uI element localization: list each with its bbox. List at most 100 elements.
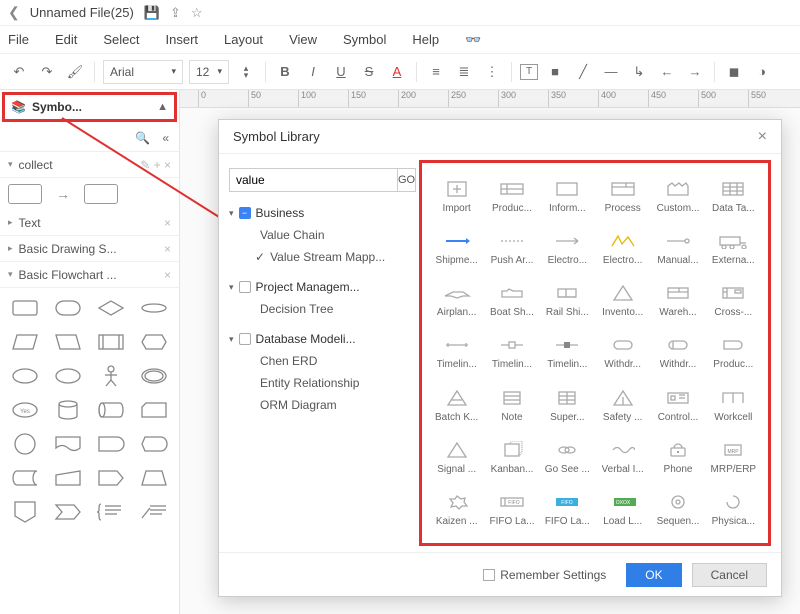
symbol-item[interactable]: Timelin...: [541, 328, 594, 378]
shape-ellipse-wide[interactable]: [136, 294, 173, 322]
shape-rect[interactable]: [6, 294, 43, 322]
export-icon[interactable]: ⇪: [170, 5, 181, 21]
shape-parallelogram2[interactable]: [49, 328, 86, 356]
shape-subprocess[interactable]: [93, 328, 130, 356]
symbol-item[interactable]: Produc...: [707, 328, 760, 378]
menu-file[interactable]: File: [8, 32, 29, 47]
fontsize-select[interactable]: 12▾: [189, 60, 229, 84]
symbol-item[interactable]: Sequen...: [651, 485, 704, 535]
star-icon[interactable]: ☆: [191, 5, 203, 21]
symbol-item[interactable]: Super...: [541, 380, 594, 430]
symbol-item[interactable]: Kaizen ...: [430, 485, 483, 535]
save-icon[interactable]: 💾: [144, 5, 160, 21]
sidebar-basicdraw[interactable]: ▸Basic Drawing S...×: [0, 236, 179, 262]
close-icon[interactable]: ×: [164, 242, 171, 256]
shape-roundrect[interactable]: [49, 294, 86, 322]
arrow-end-icon[interactable]: →: [684, 61, 706, 83]
symbol-item[interactable]: Airplan...: [430, 276, 483, 326]
symbol-item[interactable]: Electro...: [596, 223, 649, 273]
tree-business[interactable]: ▾−Business: [229, 202, 409, 224]
menu-layout[interactable]: Layout: [224, 32, 263, 47]
underline-icon[interactable]: U: [330, 61, 352, 83]
menu-symbol[interactable]: Symbol: [343, 32, 386, 47]
sidebar-symbols-header[interactable]: 📚 Symbo... ▲: [2, 92, 177, 122]
opacity-icon[interactable]: ◑: [751, 61, 773, 83]
remember-checkbox[interactable]: Remember Settings: [483, 568, 606, 582]
shape-cylinder2[interactable]: [93, 396, 130, 424]
shape-circle[interactable]: [6, 430, 43, 458]
symbol-item[interactable]: Import: [430, 171, 483, 221]
linestyle-icon[interactable]: ―: [600, 61, 622, 83]
sidebar-basicflow[interactable]: ▾Basic Flowchart ...×: [0, 262, 179, 288]
symbol-item[interactable]: Verbal I...: [596, 432, 649, 482]
shape-ellipse[interactable]: [6, 362, 43, 390]
shape-trapezoid[interactable]: [136, 464, 173, 492]
symbol-item[interactable]: Push Ar...: [485, 223, 538, 273]
symbol-item[interactable]: Produc...: [485, 171, 538, 221]
tree-decision[interactable]: Decision Tree: [229, 298, 409, 320]
fontcolor-icon[interactable]: A: [386, 61, 408, 83]
shape-double-ellipse[interactable]: [136, 362, 173, 390]
tree-vsm[interactable]: ✓Value Stream Mapp...: [229, 246, 409, 268]
shape-annotation[interactable]: [136, 498, 173, 526]
back-icon[interactable]: ❮: [8, 4, 20, 21]
menu-edit[interactable]: Edit: [55, 32, 77, 47]
symbol-item[interactable]: Withdr...: [596, 328, 649, 378]
shape-ellipse2[interactable]: [49, 362, 86, 390]
symbol-item[interactable]: Kanban...: [485, 432, 538, 482]
glasses-icon[interactable]: 👓: [465, 32, 481, 48]
fill-icon[interactable]: ■: [544, 61, 566, 83]
redo-icon[interactable]: ↷: [36, 61, 58, 83]
symbol-item[interactable]: Externa...: [707, 223, 760, 273]
textbox-icon[interactable]: T: [520, 64, 538, 80]
close-icon[interactable]: ×: [164, 216, 171, 230]
shape-pentagon[interactable]: [93, 464, 130, 492]
symbol-item[interactable]: Physica...: [707, 485, 760, 535]
connector-icon[interactable]: ↳: [628, 61, 650, 83]
tree-er[interactable]: Entity Relationship: [229, 372, 409, 394]
symbol-item[interactable]: Electro...: [541, 223, 594, 273]
collect-shape-1[interactable]: [8, 184, 42, 204]
symbol-item[interactable]: Withdr...: [651, 328, 704, 378]
symbol-item[interactable]: Data Ta...: [707, 171, 760, 221]
go-button[interactable]: GO: [398, 168, 416, 192]
align-h-icon[interactable]: ≡: [425, 61, 447, 83]
symbol-item[interactable]: Timelin...: [485, 328, 538, 378]
symbol-item[interactable]: FIFOFIFO La...: [485, 485, 538, 535]
shape-diamond[interactable]: [93, 294, 130, 322]
menu-view[interactable]: View: [289, 32, 317, 47]
menu-insert[interactable]: Insert: [166, 32, 199, 47]
menu-help[interactable]: Help: [412, 32, 439, 47]
symbol-item[interactable]: Rail Shi...: [541, 276, 594, 326]
symbol-item[interactable]: OXOXLoad L...: [596, 485, 649, 535]
font-select[interactable]: Arial▾: [103, 60, 183, 84]
symbol-item[interactable]: FIFOFIFO La...: [541, 485, 594, 535]
symbol-item[interactable]: Custom...: [651, 171, 704, 221]
collect-shape-2[interactable]: [84, 184, 118, 204]
symbol-item[interactable]: Process: [596, 171, 649, 221]
line-icon[interactable]: ╱: [572, 61, 594, 83]
undo-icon[interactable]: ↶: [8, 61, 30, 83]
shape-yes[interactable]: Yes: [6, 396, 43, 424]
shape-flag[interactable]: [49, 498, 86, 526]
symbol-item[interactable]: Control...: [651, 380, 704, 430]
close-icon[interactable]: ×: [164, 268, 171, 282]
menu-select[interactable]: Select: [103, 32, 139, 47]
shape-hexagon[interactable]: [136, 328, 173, 356]
search-input[interactable]: [229, 168, 398, 192]
tree-chen[interactable]: Chen ERD: [229, 350, 409, 372]
bold-icon[interactable]: B: [274, 61, 296, 83]
symbol-item[interactable]: Safety ...: [596, 380, 649, 430]
symbol-item[interactable]: Timelin...: [430, 328, 483, 378]
shadow-icon[interactable]: ◼: [723, 61, 745, 83]
align-v-icon[interactable]: ≣: [453, 61, 475, 83]
shape-cylinder[interactable]: [49, 396, 86, 424]
symbol-item[interactable]: Manual...: [651, 223, 704, 273]
collapse-icon[interactable]: «: [162, 131, 169, 145]
tree-orm[interactable]: ORM Diagram: [229, 394, 409, 416]
shape-brace[interactable]: [93, 498, 130, 526]
symbol-item[interactable]: Signal ...: [430, 432, 483, 482]
close-icon[interactable]: ×: [758, 128, 767, 146]
search-icon[interactable]: 🔍: [135, 131, 150, 145]
italic-icon[interactable]: I: [302, 61, 324, 83]
